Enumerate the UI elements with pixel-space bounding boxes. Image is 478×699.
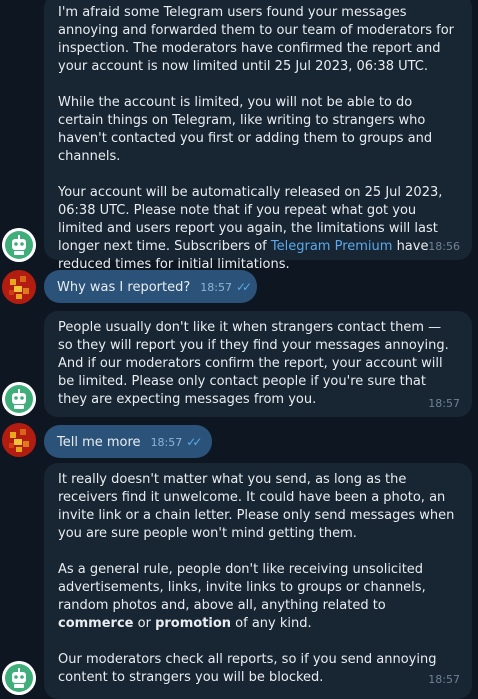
bot-avatar[interactable]: [2, 228, 36, 262]
robot-icon: [2, 228, 36, 262]
bot-avatar[interactable]: [2, 382, 36, 416]
user-avatar[interactable]: [2, 423, 36, 457]
message-text: of any kind.: [231, 616, 312, 631]
robot-icon: [2, 382, 36, 416]
message-text: Tell me more: [57, 435, 141, 450]
bot-message: People usually don't like it when strang…: [44, 311, 472, 417]
pixel-avatar-icon: [2, 270, 36, 304]
message-text: or: [133, 616, 156, 631]
user-message: Tell me more 18:57 ✓✓: [44, 425, 212, 458]
message-paragraph: While the account is limited, you will n…: [58, 95, 433, 164]
promotion-bold-text: promotion: [155, 616, 232, 631]
message-paragraph: As a general rule, people don't like rec…: [58, 561, 458, 633]
bot-avatar[interactable]: [2, 661, 36, 695]
bot-message: I'm afraid some Telegram users found you…: [44, 0, 472, 272]
message-time: 18:57: [428, 397, 460, 410]
message-paragraph: It really doesn't matter what you send, …: [58, 472, 455, 541]
chat-history[interactable]: I'm afraid some Telegram users found you…: [0, 0, 478, 699]
pixel-avatar-icon: [2, 423, 36, 457]
message-time: 18:57: [150, 436, 183, 449]
message-paragraph: People usually don't like it when strang…: [58, 320, 449, 407]
message-time: 18:57: [428, 673, 460, 686]
robot-icon: [2, 661, 36, 695]
double-check-icon: ✓✓: [186, 435, 202, 449]
message-time: 18:56: [428, 240, 460, 253]
message-text: Why was I reported?: [57, 280, 191, 295]
telegram-premium-link[interactable]: Telegram Premium: [271, 239, 393, 254]
commerce-bold-text: commerce: [58, 616, 134, 631]
message-text: As a general rule, people don't like rec…: [58, 562, 426, 613]
message-paragraph: I'm afraid some Telegram users found you…: [58, 5, 454, 74]
bot-message: It really doesn't matter what you send, …: [44, 463, 472, 699]
message-paragraph: Your account will be automatically relea…: [58, 184, 458, 274]
double-check-icon: ✓✓: [235, 280, 252, 294]
user-message: Why was I reported? 18:57 ✓✓: [44, 270, 257, 303]
message-time: 18:57: [200, 281, 232, 294]
user-avatar[interactable]: [2, 270, 36, 304]
message-paragraph: Our moderators check all reports, so if …: [58, 652, 437, 685]
